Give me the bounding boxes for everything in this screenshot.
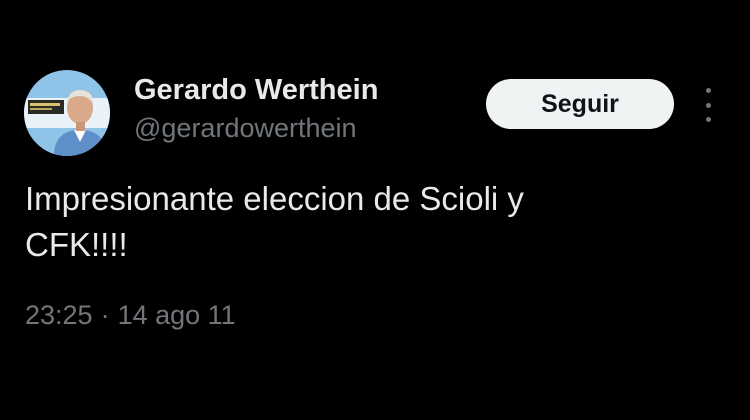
meta-separator: · (100, 300, 110, 330)
author-handle[interactable]: @gerardowerthein (134, 113, 357, 144)
avatar[interactable] (24, 70, 110, 156)
tweet-card: Gerardo Werthein @gerardowerthein Seguir… (0, 0, 750, 420)
tweet-time[interactable]: 23:25 (25, 300, 93, 330)
author-name[interactable]: Gerardo Werthein (134, 74, 378, 107)
tweet-meta: 23:25 · 14 ago 11 (25, 300, 236, 331)
dot (705, 88, 711, 93)
tweet-date[interactable]: 14 ago 11 (118, 300, 236, 330)
dot (705, 117, 711, 122)
tweet-text-line: CFK!!!! (25, 226, 128, 263)
tweet-text: Impresionante eleccion de Scioli y CFK!!… (25, 176, 705, 268)
tweet-text-line: Impresionante eleccion de Scioli y (25, 180, 524, 217)
follow-button[interactable]: Seguir (486, 79, 674, 129)
dot (705, 102, 711, 108)
more-options-icon[interactable] (698, 88, 718, 122)
profile-photo-icon (24, 70, 110, 156)
